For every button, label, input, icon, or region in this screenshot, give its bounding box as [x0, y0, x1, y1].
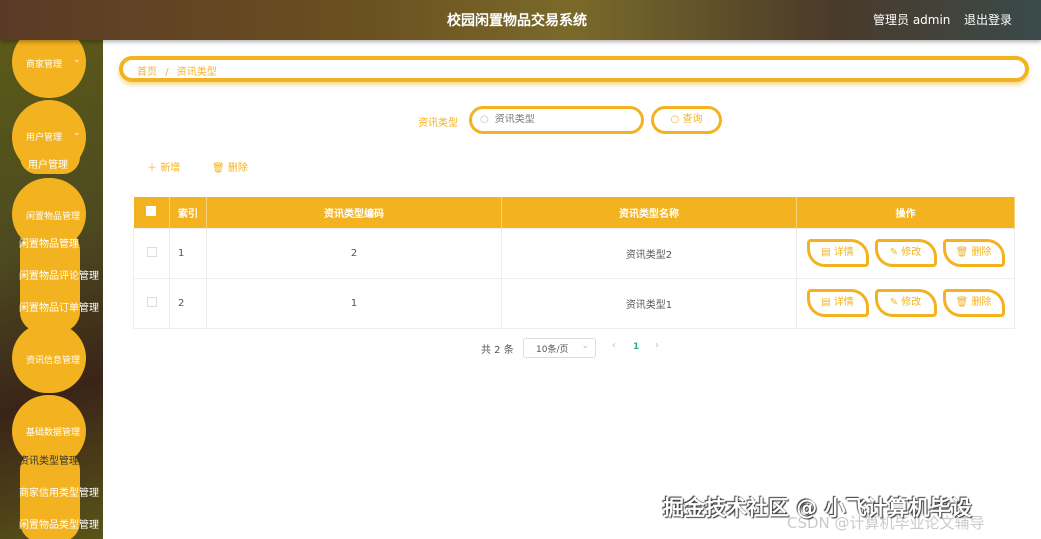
add-button[interactable]: ＋ 新增 — [147, 159, 180, 174]
cell-actions: ▤ 详情 ✎ 修改 🗑 删除 — [796, 227, 1015, 279]
label: 详情 — [833, 297, 854, 308]
menu-label[interactable]: 商家管理 — [26, 57, 62, 70]
delete-button[interactable]: 🗑 删除 — [942, 289, 1005, 317]
breadcrumb-current: 资讯类型 — [176, 67, 217, 78]
current-user: 管理员 admin — [873, 13, 951, 27]
select-all[interactable] — [133, 197, 170, 228]
plus-icon: ＋ — [147, 163, 161, 174]
label: 修改 — [901, 247, 922, 258]
edit-button[interactable]: ✎ 修改 — [874, 239, 937, 267]
search-button[interactable]: ○ 查询 — [651, 106, 722, 134]
cell-index: 2 — [169, 277, 207, 329]
detail-button[interactable]: ▤ 详情 — [806, 289, 869, 317]
next-page-button[interactable]: › — [655, 340, 659, 351]
cell-name: 资讯类型2 — [501, 227, 797, 279]
search-field[interactable]: ○ — [469, 106, 644, 134]
table-header: 索引 资讯类型编码 资讯类型名称 操作 — [133, 197, 1015, 228]
top-header: 校园闲置物品交易系统 管理员 admin 退出登录 — [0, 0, 1041, 40]
page-size-select[interactable]: 10条/页 ⌄ — [523, 338, 596, 358]
col-actions: 操作 — [796, 197, 1015, 228]
batch-delete-button[interactable]: 🗑 删除 — [212, 159, 248, 174]
breadcrumb-home[interactable]: 首页 — [137, 67, 157, 78]
cell-code: 2 — [206, 227, 502, 279]
search-input[interactable] — [494, 114, 625, 125]
menu-label[interactable]: 基础数据管理 — [26, 425, 80, 438]
table-row: 2 1 资讯类型1 ▤ 详情 ✎ 修改 🗑 删除 — [133, 277, 1015, 329]
submenu-merchant-credit[interactable]: 商家信用类型管理 — [19, 484, 99, 499]
row-checkbox[interactable] — [146, 296, 157, 307]
page-size-value: 10条/页 — [536, 345, 569, 355]
cell-actions: ▤ 详情 ✎ 修改 🗑 删除 — [796, 277, 1015, 329]
submenu-comments[interactable]: 闲置物品评论管理 — [19, 267, 99, 282]
submenu-user[interactable]: 用户管理 — [28, 156, 68, 171]
submenu-item-type[interactable]: 闲置物品类型管理 — [19, 516, 99, 531]
breadcrumb: 首页 / 资讯类型 — [119, 56, 1029, 82]
chevron-down-icon: ⌄ — [73, 128, 81, 138]
col-index: 索引 — [169, 197, 207, 228]
checkbox[interactable] — [146, 205, 157, 216]
sidebar: 商家管理 ⌄ 用户管理 ⌄ 用户管理 闲置物品管理 闲置物品管理 闲置物品评论管… — [0, 40, 103, 539]
add-label: 新增 — [160, 163, 181, 174]
menu-label[interactable]: 资讯信息管理 — [26, 353, 80, 366]
submenu-orders[interactable]: 闲置物品订单管理 — [19, 299, 99, 314]
search-button-label: 查询 — [682, 114, 703, 125]
search-label: 资讯类型 — [418, 118, 458, 129]
detail-button[interactable]: ▤ 详情 — [806, 239, 869, 267]
prev-page-button[interactable]: ‹ — [612, 340, 616, 351]
cell-code: 1 — [206, 277, 502, 329]
pagination-total: 共 2 条 — [481, 345, 514, 356]
col-name: 资讯类型名称 — [501, 197, 797, 228]
breadcrumb-separator: / — [165, 67, 169, 78]
menu-label[interactable]: 闲置物品管理 — [26, 209, 80, 222]
delete-button[interactable]: 🗑 删除 — [942, 239, 1005, 267]
label: 修改 — [901, 297, 922, 308]
logout-link[interactable]: 退出登录 — [964, 11, 1012, 28]
label: 删除 — [971, 297, 992, 308]
col-code: 资讯类型编码 — [206, 197, 502, 228]
label: 详情 — [833, 247, 854, 258]
row-checkbox[interactable] — [146, 246, 157, 257]
cell-name: 资讯类型1 — [501, 277, 797, 329]
search-icon: ○ — [480, 114, 489, 125]
label: 删除 — [971, 247, 992, 258]
page-number[interactable]: 1 — [633, 342, 639, 352]
submenu-items[interactable]: 闲置物品管理 — [19, 235, 79, 250]
submenu-news-type[interactable]: 资讯类型管理 — [19, 452, 79, 467]
table-row: 1 2 资讯类型2 ▤ 详情 ✎ 修改 🗑 删除 — [133, 227, 1015, 279]
watermark-main: 掘金技术社区 @ 小飞计算机毕设 — [663, 496, 972, 520]
menu-label[interactable]: 用户管理 — [26, 130, 62, 143]
chevron-down-icon: ⌄ — [73, 55, 81, 65]
trash-icon: 🗑 — [212, 163, 228, 174]
data-table: 索引 资讯类型编码 资讯类型名称 操作 1 2 资讯类型2 ▤ 详情 ✎ 修改 🗑 … — [133, 197, 1015, 329]
app-title: 校园闲置物品交易系统 — [447, 13, 587, 29]
cell-index: 1 — [169, 227, 207, 279]
chevron-down-icon: ⌄ — [581, 341, 589, 351]
search-icon: ○ — [670, 114, 683, 125]
delete-label: 删除 — [227, 163, 248, 174]
edit-button[interactable]: ✎ 修改 — [874, 289, 937, 317]
